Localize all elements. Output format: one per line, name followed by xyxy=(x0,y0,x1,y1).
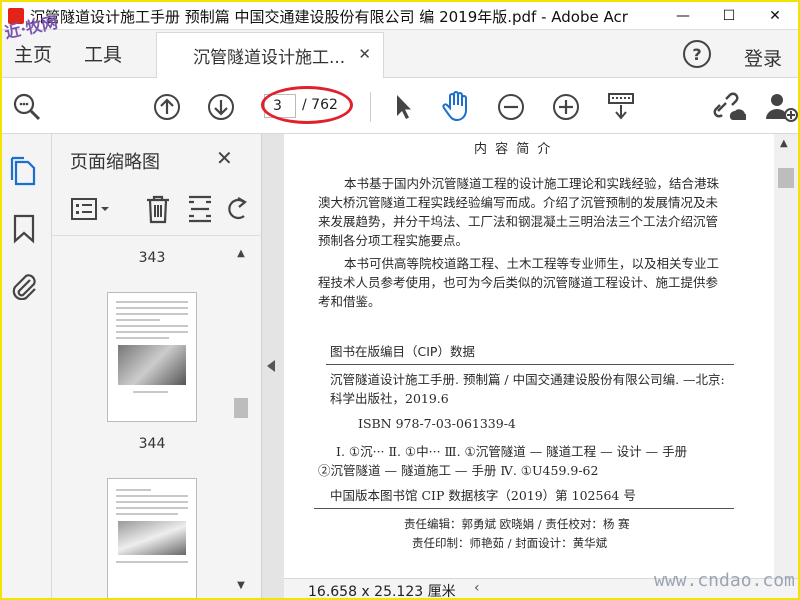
select-cursor-icon[interactable] xyxy=(386,90,420,124)
scroll-thumb[interactable] xyxy=(234,398,248,418)
delete-page-icon[interactable] xyxy=(144,194,172,224)
window-title: 沉管隧道设计施工手册 预制篇 中国交通建设股份有限公司 编 2019年版.pdf… xyxy=(30,8,628,26)
para1-line4: 预制各分项工程实施要点。 xyxy=(318,233,469,248)
bookmarks-icon[interactable] xyxy=(12,214,36,244)
editors-line1: 责任编辑：郭勇斌 欧晓娟 / 责任校对：杨 赛 xyxy=(404,517,630,531)
para2-line3: 考和借鉴。 xyxy=(318,294,381,309)
editors-line2: 责任印制：师艳茹 / 封面设计：黄华斌 xyxy=(412,536,608,550)
para1-line2: 澳大桥沉管隧道工程实践经验编写而成。介绍了沉管预制的发展情况及未 xyxy=(318,195,719,210)
thumbnail-options-icon[interactable] xyxy=(70,196,112,222)
page-navigator: / 762 xyxy=(264,93,352,119)
help-button[interactable]: ? xyxy=(683,40,711,68)
zoom-out-icon[interactable] xyxy=(494,90,528,124)
extract-page-icon[interactable] xyxy=(186,194,214,224)
document-viewport[interactable]: 内 容 简 介 本书基于国内外沉管隧道工程的设计施工理论和实践经验，结合港珠 澳… xyxy=(284,134,774,578)
panel-title: 页面缩略图 xyxy=(70,152,160,173)
page-thumbnails-icon[interactable] xyxy=(10,156,38,186)
thumbnail-figure xyxy=(118,345,186,385)
page-heading: 内 容 简 介 xyxy=(474,142,553,157)
attachments-icon[interactable] xyxy=(10,270,38,300)
cip-rule-bottom xyxy=(314,508,734,509)
maximize-button[interactable]: ☐ xyxy=(706,2,752,30)
para1-line1: 本书基于国内外沉管隧道工程的设计施工理论和实践经验，结合港珠 xyxy=(344,176,720,191)
page-number-input[interactable] xyxy=(264,94,296,118)
document-scrollbar[interactable]: ▲ xyxy=(774,134,798,578)
left-rail xyxy=(2,134,52,598)
zoom-search-icon[interactable] xyxy=(10,90,44,124)
doc-scroll-thumb[interactable] xyxy=(778,168,794,188)
cip-line2: 科学出版社，2019.6 xyxy=(330,391,449,406)
rotate-page-icon[interactable] xyxy=(226,194,250,224)
hscroll-left-icon[interactable]: ‹ xyxy=(474,580,480,596)
thumbnail-label-343: 343 xyxy=(138,250,166,266)
scroll-up-icon[interactable]: ▲ xyxy=(234,248,248,262)
panel-close-icon[interactable]: ✕ xyxy=(216,146,233,170)
cip-core-number: 中国版本图书馆 CIP 数据核字（2019）第 102564 号 xyxy=(330,488,636,503)
panel-collapse-strip[interactable] xyxy=(262,134,284,598)
share-link-icon[interactable] xyxy=(712,90,746,124)
page-total: / 762 xyxy=(302,97,338,113)
panel-toolbar xyxy=(52,184,262,236)
login-button[interactable]: 登录 xyxy=(744,44,782,71)
menu-bar: 主页 工具 xyxy=(2,30,798,78)
next-page-icon[interactable] xyxy=(204,90,238,124)
para1-line3: 来发展趋势，并分干坞法、工厂法和钢混凝土三明治法三个工法介绍沉管 xyxy=(318,214,719,229)
page-dimensions: 16.658 x 25.123 厘米 xyxy=(308,584,456,600)
para2-line1: 本书可供高等院校道路工程、土木工程等专业师生，以及相关专业工 xyxy=(344,256,720,271)
cip-title: 图书在版编目（CIP）数据 xyxy=(330,344,475,359)
thumbnail-panel: 页面缩略图 ✕ 343 344 ▲ ▼ xyxy=(52,134,262,598)
zoom-in-icon[interactable] xyxy=(549,90,583,124)
thumbnail-list[interactable]: 343 344 xyxy=(52,238,252,598)
cip-rule-top xyxy=(326,364,734,365)
collapse-arrow-icon[interactable] xyxy=(267,360,275,372)
watermark-url: www.cndao.com xyxy=(654,570,795,591)
thumbnail-page-343[interactable] xyxy=(107,292,197,422)
document-tab[interactable]: 沉管隧道设计施工... ✕ xyxy=(156,32,384,78)
thumbnail-figure xyxy=(118,521,186,555)
minimize-button[interactable]: — xyxy=(660,2,706,30)
scroll-down-icon[interactable]: ▼ xyxy=(234,580,248,594)
class-line1: Ⅰ. ①沉··· Ⅱ. ①中··· Ⅲ. ①沉管隧道 — 隧道工程 — 设计 —… xyxy=(336,444,688,459)
toolbar-divider xyxy=(370,92,371,122)
thumbnail-scrollbar[interactable]: ▲ ▼ xyxy=(232,248,250,598)
doc-scroll-up-icon[interactable]: ▲ xyxy=(780,138,788,149)
para2-line2: 程技术人员参考使用，也可为今后类似的沉管隧道工程设计、施工提供参 xyxy=(318,275,719,290)
document-tab-label: 沉管隧道设计施工... xyxy=(193,48,346,68)
title-bar: 沉管隧道设计施工手册 预制篇 中国交通建设股份有限公司 编 2019年版.pdf… xyxy=(2,2,798,30)
pdf-page: 内 容 简 介 本书基于国内外沉管隧道工程的设计施工理论和实践经验，结合港珠 澳… xyxy=(284,134,774,578)
cip-line1: 沉管隧道设计施工手册. 预制篇 / 中国交通建设股份有限公司编. —北京: xyxy=(330,372,725,387)
class-line2: ②沉管隧道 — 隧道施工 — 手册 Ⅳ. ①U459.9-62 xyxy=(318,463,599,478)
previous-page-icon[interactable] xyxy=(150,90,184,124)
tab-close-icon[interactable]: ✕ xyxy=(358,45,371,63)
scroll-mode-icon[interactable] xyxy=(604,90,638,124)
menu-home[interactable]: 主页 xyxy=(14,40,52,67)
isbn: ISBN 978-7-03-061339-4 xyxy=(358,416,516,431)
hand-tool-icon[interactable] xyxy=(440,88,474,122)
close-window-button[interactable]: ✕ xyxy=(752,2,798,30)
thumbnail-page-344[interactable] xyxy=(107,478,197,598)
thumbnail-label-344: 344 xyxy=(138,436,166,452)
menu-tools[interactable]: 工具 xyxy=(84,40,122,67)
add-user-icon[interactable] xyxy=(764,90,798,124)
